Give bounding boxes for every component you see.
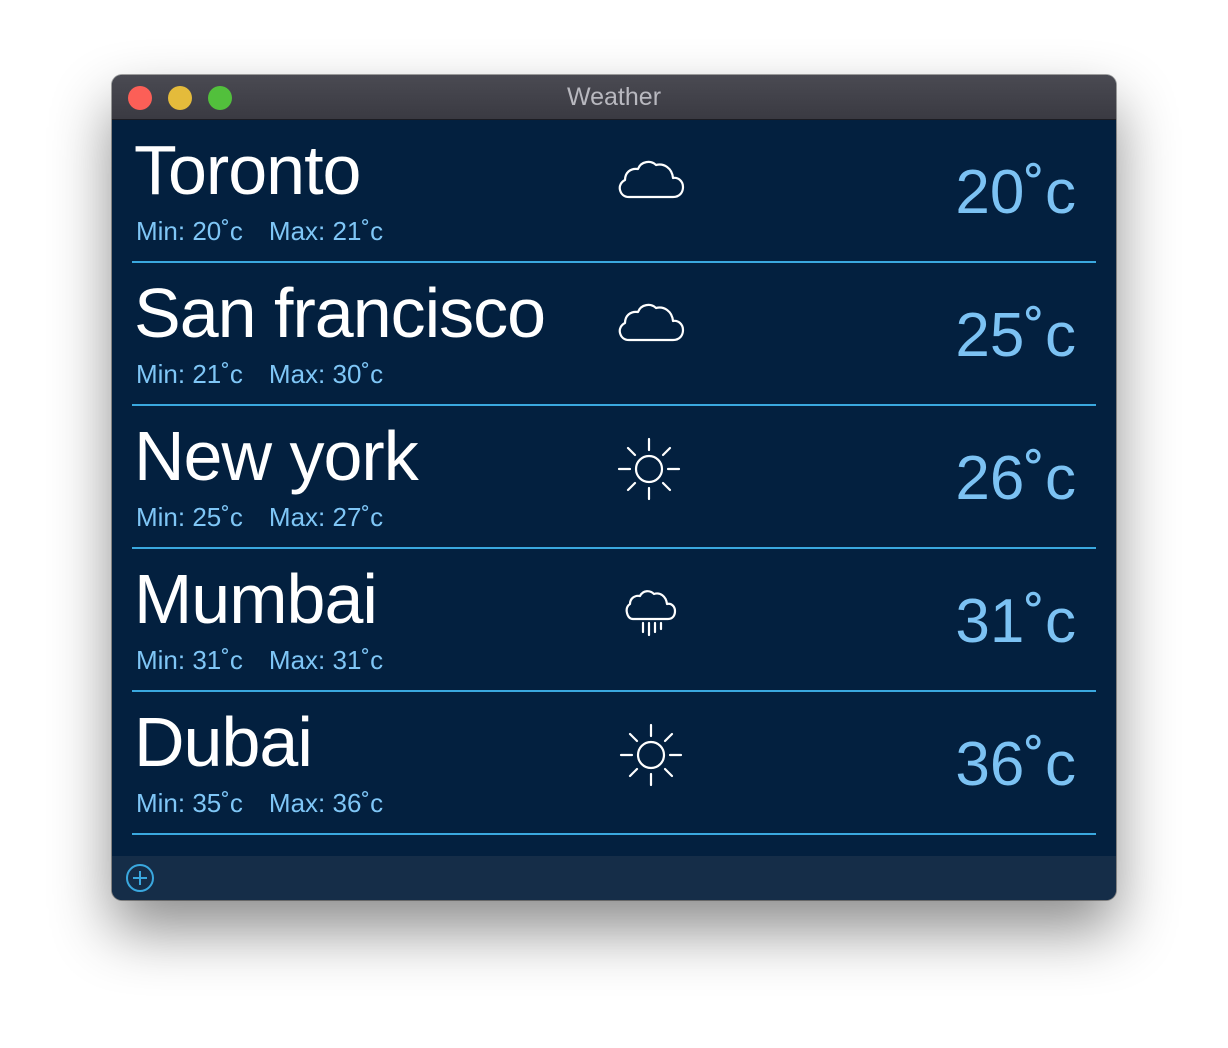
min-temp: Min: 20˚c bbox=[136, 216, 243, 246]
footer-bar bbox=[112, 856, 1116, 900]
min-max-temps: Min: 35˚c Max: 36˚c bbox=[136, 788, 383, 819]
current-temp: 25˚c bbox=[955, 301, 1076, 370]
cloud-icon bbox=[616, 148, 686, 218]
add-circle-icon[interactable] bbox=[125, 863, 155, 893]
min-max-temps: Min: 20˚c Max: 21˚c bbox=[136, 216, 383, 247]
min-temp: Min: 31˚c bbox=[136, 645, 243, 675]
min-max-temps: Min: 25˚c Max: 27˚c bbox=[136, 502, 383, 533]
city-name: Toronto bbox=[134, 131, 361, 209]
city-row-san-francisco[interactable]: San francisco Min: 21˚c Max: 30˚c 25˚c bbox=[132, 263, 1096, 406]
min-temp: Min: 21˚c bbox=[136, 359, 243, 389]
sun-icon bbox=[616, 434, 686, 504]
cloud-icon bbox=[616, 291, 686, 361]
city-list: Toronto Min: 20˚c Max: 21˚c 20˚c San fran… bbox=[132, 120, 1096, 835]
current-temp: 36˚c bbox=[955, 730, 1076, 799]
max-temp: Max: 36˚c bbox=[268, 788, 384, 818]
min-temp: Min: 25˚c bbox=[136, 502, 243, 532]
window-title: Weather bbox=[566, 83, 662, 111]
title-bar[interactable]: Weather bbox=[112, 75, 1116, 120]
current-temp: 20˚c bbox=[955, 158, 1076, 227]
min-temp: Min: 35˚c bbox=[136, 788, 243, 818]
current-temp: 31˚c bbox=[955, 587, 1076, 656]
city-row-new-york[interactable]: New york Min: 25˚c Max: 27˚c 26˚c bbox=[132, 406, 1096, 549]
weather-window: Weather Toronto Min: 20˚c Max: 21˚c 20˚c … bbox=[112, 75, 1116, 900]
city-row-mumbai[interactable]: Mumbai Min: 31˚c Max: 31˚c 31˚c bbox=[132, 549, 1096, 692]
max-temp: Max: 30˚c bbox=[268, 359, 384, 389]
sun-icon bbox=[616, 720, 686, 790]
city-row-dubai[interactable]: Dubai Min: 35˚c Max: 36˚c 36˚c bbox=[132, 692, 1096, 835]
min-max-temps: Min: 31˚c Max: 31˚c bbox=[136, 645, 383, 676]
max-temp: Max: 31˚c bbox=[268, 645, 384, 675]
city-name: Mumbai bbox=[134, 560, 378, 638]
city-name: Dubai bbox=[134, 703, 313, 781]
min-max-temps: Min: 21˚c Max: 30˚c bbox=[136, 359, 383, 390]
max-temp: Max: 27˚c bbox=[268, 502, 384, 532]
city-name: New york bbox=[134, 417, 419, 495]
max-temp: Max: 21˚c bbox=[268, 216, 384, 246]
current-temp: 26˚c bbox=[955, 444, 1076, 513]
city-name: San francisco bbox=[134, 274, 546, 352]
city-row-toronto[interactable]: Toronto Min: 20˚c Max: 21˚c 20˚c bbox=[132, 120, 1096, 263]
rain-cloud-icon bbox=[616, 577, 686, 647]
